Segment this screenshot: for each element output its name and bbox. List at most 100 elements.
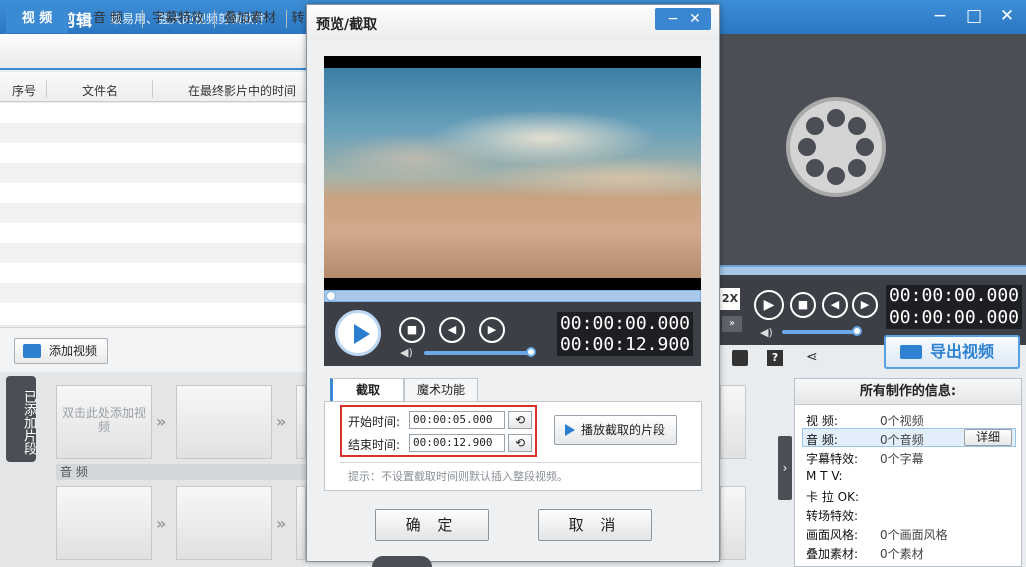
main-time-current: 00:00:00.000	[886, 285, 1022, 307]
detail-button[interactable]: 详细	[964, 429, 1012, 446]
help-icon[interactable]: ?	[767, 350, 783, 366]
table-row[interactable]	[0, 243, 306, 263]
info-value: 0个视频	[880, 414, 924, 428]
stop-icon[interactable]: ■	[399, 317, 425, 343]
timeline-slot[interactable]	[720, 385, 746, 459]
divider	[340, 462, 702, 463]
timeline-slot[interactable]	[296, 385, 306, 459]
timeline-slot[interactable]	[176, 385, 272, 459]
column-header-index[interactable]: 序号	[12, 82, 36, 99]
audio-track-label: 音 频	[56, 464, 306, 480]
main-tab-bar	[0, 34, 306, 70]
slot-hint: 双击此处添加视频	[61, 406, 146, 434]
play-icon[interactable]	[335, 310, 381, 356]
end-time-clock-icon[interactable]: ⟲	[508, 434, 532, 452]
cut-hint: 提示：不设置截取时间则默认插入整段视频。	[348, 470, 568, 483]
volume-knob[interactable]	[852, 326, 862, 336]
dialog-time-total: 00:00:12.900	[559, 334, 691, 355]
previous-frame-icon[interactable]: ◀	[822, 292, 848, 318]
next-frame-icon[interactable]: ▶	[479, 317, 505, 343]
stop-icon[interactable]: ■	[790, 292, 816, 318]
table-row[interactable]	[0, 103, 306, 123]
info-value: 0个音频	[880, 433, 924, 447]
cancel-button[interactable]: 取 消	[538, 509, 652, 541]
start-time-label: 开始时间:	[348, 415, 401, 429]
share-icon[interactable]: ⋖	[806, 349, 818, 365]
ok-button[interactable]: 确 定	[375, 509, 489, 541]
end-time-input[interactable]: 00:00:12.900	[409, 434, 505, 452]
play-icon[interactable]: ▶	[754, 290, 784, 320]
dialog-volume-knob[interactable]	[526, 347, 536, 357]
tab-overlay-material[interactable]: 叠加素材	[218, 5, 282, 33]
volume-slider[interactable]	[782, 330, 856, 334]
fast-forward-icon[interactable]: »	[722, 316, 742, 332]
column-divider	[46, 80, 47, 98]
start-time-clock-icon[interactable]: ⟲	[508, 411, 532, 429]
tab-divider	[286, 10, 287, 28]
scroll-handle[interactable]	[372, 556, 432, 567]
tab-divider	[214, 10, 215, 28]
chevron-right-icon: »	[276, 412, 287, 431]
table-row[interactable]	[0, 203, 306, 223]
volume-icon[interactable]: ◀)	[760, 326, 773, 339]
info-key: 音 频:	[806, 433, 838, 447]
video-progress-knob[interactable]	[326, 291, 336, 301]
added-clips-tab[interactable]: 已添加片段	[6, 376, 36, 462]
speed-button[interactable]: 2X	[720, 288, 740, 310]
export-video-button[interactable]: 导出视频	[884, 335, 1020, 369]
volume-icon[interactable]: ◀)	[400, 346, 413, 359]
tab-audio[interactable]: 音 频	[78, 5, 138, 33]
dialog-volume-slider[interactable]	[424, 351, 532, 355]
audio-slot[interactable]	[720, 486, 746, 560]
main-progress-bar[interactable]	[720, 265, 1026, 275]
film-reel-icon	[786, 97, 886, 197]
close-button[interactable]: ✕	[993, 4, 1021, 28]
info-value: 0个画面风格	[880, 528, 948, 542]
table-row[interactable]	[0, 123, 306, 143]
audio-slot[interactable]	[176, 486, 272, 560]
expand-panel-button[interactable]: ›	[778, 436, 792, 500]
info-value: 0个素材	[880, 547, 924, 561]
column-header-time[interactable]: 在最终影片中的时间	[188, 82, 296, 99]
info-key: 视 频:	[806, 414, 838, 428]
audio-slot[interactable]	[56, 486, 152, 560]
add-video-label: 添加视频	[49, 344, 98, 358]
table-row[interactable]	[0, 283, 306, 303]
table-row[interactable]	[0, 223, 306, 243]
minimize-button[interactable]: −	[926, 4, 954, 28]
export-label: 导出视频	[930, 342, 995, 361]
table-row[interactable]	[0, 183, 306, 203]
table-row[interactable]	[0, 303, 306, 323]
dialog-title: 预览/截取	[316, 17, 378, 33]
info-key: M T V:	[806, 469, 843, 483]
audio-slot[interactable]	[296, 486, 306, 560]
column-divider	[152, 80, 153, 98]
end-time-label: 结束时间:	[348, 438, 401, 452]
info-key: 叠加素材:	[806, 547, 859, 561]
file-list[interactable]	[0, 103, 306, 325]
info-panel-title: 所有制作的信息:	[795, 379, 1021, 405]
previous-frame-icon[interactable]: ◀	[439, 317, 465, 343]
play-segment-button[interactable]: 播放截取的片段	[554, 415, 677, 445]
tab-transition[interactable]: 转	[290, 5, 306, 33]
table-row[interactable]	[0, 263, 306, 283]
chevron-right-icon: »	[156, 412, 167, 431]
column-header-filename[interactable]: 文件名	[82, 82, 118, 99]
save-icon[interactable]	[732, 350, 748, 366]
info-key: 画面风格:	[806, 528, 859, 542]
maximize-button[interactable]: □	[960, 4, 988, 28]
video-frame	[324, 68, 701, 278]
dialog-close-icon[interactable]: ✕	[685, 8, 705, 30]
tab-subtitle-effects[interactable]: 字幕特效	[146, 5, 210, 33]
start-time-input[interactable]: 00:00:05.000	[409, 411, 505, 429]
dialog-minimize-icon[interactable]: −	[663, 8, 683, 30]
add-video-button[interactable]: 添加视频	[14, 338, 108, 364]
tab-cut[interactable]: 截取	[330, 378, 404, 402]
table-row[interactable]	[0, 143, 306, 163]
table-row[interactable]	[0, 163, 306, 183]
tab-divider	[142, 10, 143, 28]
tab-magic-function[interactable]: 魔术功能	[404, 378, 478, 402]
next-frame-icon[interactable]: ▶	[852, 292, 878, 318]
film-icon	[23, 344, 41, 358]
tab-video[interactable]: 视 频	[6, 5, 68, 33]
